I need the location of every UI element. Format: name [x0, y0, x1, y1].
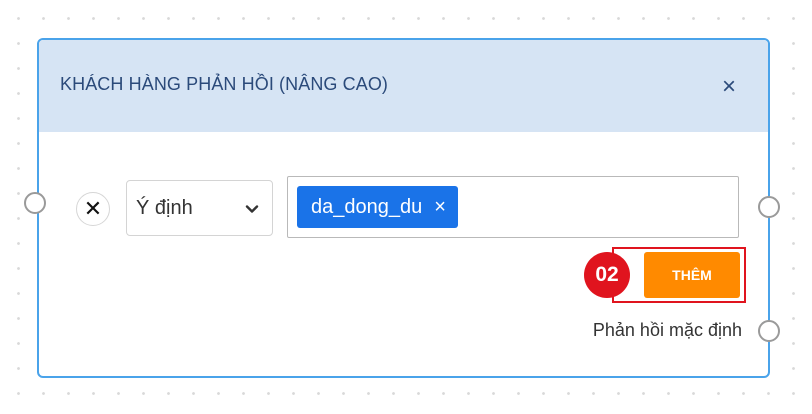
- rule-output-port[interactable]: [758, 196, 780, 218]
- intent-tag: da_dong_du ×: [297, 186, 458, 228]
- condition-type-select[interactable]: Ý định: [126, 180, 273, 236]
- input-port[interactable]: [24, 192, 46, 214]
- flow-canvas[interactable]: KHÁCH HÀNG PHẢN HỒI (NÂNG CAO) × ✕ Ý địn…: [0, 0, 812, 414]
- chevron-down-icon: [245, 205, 259, 213]
- tag-remove-icon[interactable]: ×: [434, 196, 446, 219]
- close-icon[interactable]: ×: [718, 75, 740, 99]
- default-reply-output-port[interactable]: [758, 320, 780, 342]
- intent-tag-label: da_dong_du: [311, 195, 423, 218]
- add-button[interactable]: THÊM: [644, 252, 740, 298]
- intent-tags-input[interactable]: da_dong_du ×: [287, 176, 739, 238]
- node-title: KHÁCH HÀNG PHẢN HỒI (NÂNG CAO): [60, 74, 389, 94]
- node-header: KHÁCH HÀNG PHẢN HỒI (NÂNG CAO) ×: [39, 40, 768, 132]
- remove-rule-button[interactable]: ✕: [76, 192, 110, 226]
- step-badge: 02: [584, 252, 630, 298]
- condition-type-value: Ý định: [136, 197, 193, 219]
- default-reply-label: Phản hồi mặc định: [592, 320, 742, 340]
